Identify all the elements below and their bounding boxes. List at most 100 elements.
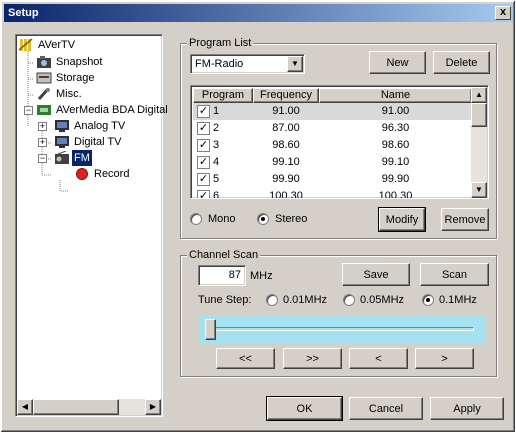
device-icon xyxy=(37,105,51,115)
tree-label: Digital TV xyxy=(74,136,122,148)
program-cell: 5 xyxy=(213,173,220,185)
program-cell: 3 xyxy=(213,139,220,151)
column-header[interactable]: Name xyxy=(319,88,472,103)
storage-icon xyxy=(36,72,52,84)
avertv-icon xyxy=(18,38,33,51)
table-row[interactable]: ✓ 6 100.30 100.30 xyxy=(193,188,472,199)
tune-step-label: Tune Step: xyxy=(198,294,252,306)
frequency-cell: 98.60 xyxy=(272,139,300,151)
column-header[interactable]: Program xyxy=(193,88,253,103)
tree-label: Record xyxy=(94,168,130,180)
chevron-down-icon[interactable]: ▼ xyxy=(287,56,303,72)
scroll-left-button[interactable]: ◀ xyxy=(17,399,33,415)
table-row[interactable]: ✓ 3 98.60 98.60 xyxy=(193,137,472,154)
scroll-right-button[interactable]: ▶ xyxy=(145,399,161,415)
settings-tree: AVerTV Snapshot Storage Misc. − AVerMedi… xyxy=(15,34,168,417)
window-title: Setup xyxy=(8,7,39,19)
seek-back-button[interactable]: < xyxy=(349,348,408,369)
program-cell: 6 xyxy=(213,190,220,199)
source-select-value: FM-Radio xyxy=(195,58,244,70)
step-radio-0.1[interactable] xyxy=(422,294,434,306)
save-button[interactable]: Save xyxy=(342,263,410,286)
name-cell: 100.30 xyxy=(378,190,413,199)
step-label: 0.05MHz xyxy=(360,294,405,306)
step-label: 0.01MHz xyxy=(283,294,328,306)
scroll-thumb[interactable] xyxy=(471,103,487,127)
frequency-cell: 91.00 xyxy=(272,105,300,117)
tree-label: Storage xyxy=(56,72,95,84)
collapse-expander[interactable]: − xyxy=(38,154,47,163)
channel-scan-title: Channel Scan xyxy=(187,249,261,261)
row-checkbox[interactable]: ✓ xyxy=(197,156,210,169)
frequency-cell: 99.10 xyxy=(272,156,300,168)
mono-radio[interactable] xyxy=(190,213,202,225)
name-cell: 91.00 xyxy=(381,105,410,117)
row-checkbox[interactable]: ✓ xyxy=(197,105,210,118)
record-icon xyxy=(76,168,88,180)
step-radio-0.05[interactable] xyxy=(343,294,355,306)
cancel-button[interactable]: Cancel xyxy=(349,397,423,420)
program-list-title: Program List xyxy=(187,37,254,49)
frequency-cell: 100.30 xyxy=(269,190,303,199)
scan-button[interactable]: Scan xyxy=(420,263,489,286)
collapse-expander[interactable]: − xyxy=(24,106,33,115)
source-select[interactable]: FM-Radio ▼ xyxy=(190,54,305,74)
frequency-unit-label: MHz xyxy=(250,270,273,282)
tree-horizontal-scrollbar[interactable]: ◀ ▶ xyxy=(17,399,161,415)
tree-label: AVerTV xyxy=(38,39,76,51)
tv-icon xyxy=(55,136,69,148)
step-radio-0.01[interactable] xyxy=(266,294,278,306)
program-list-table: Program Frequency Name ✓ 1 91.00 91.00 ✓… xyxy=(190,85,489,199)
name-cell: 98.60 xyxy=(381,139,410,151)
scroll-down-button[interactable]: ▼ xyxy=(471,182,487,198)
tree-label: Misc. xyxy=(56,88,82,100)
delete-button[interactable]: Delete xyxy=(433,51,490,74)
slider-track xyxy=(210,327,474,331)
seek-forward-fast-button[interactable]: >> xyxy=(283,348,342,369)
row-checkbox[interactable]: ✓ xyxy=(197,190,210,198)
row-checkbox[interactable]: ✓ xyxy=(197,173,210,186)
tree-label: Snapshot xyxy=(56,56,103,68)
ok-button[interactable]: OK xyxy=(266,396,343,421)
frequency-cell: 87.00 xyxy=(272,122,300,134)
table-row[interactable]: ✓ 1 91.00 91.00 xyxy=(193,103,472,120)
frequency-slider[interactable] xyxy=(200,315,486,343)
name-cell: 96.30 xyxy=(381,122,410,134)
frequency-input[interactable]: 87 xyxy=(198,265,246,286)
table-row[interactable]: ✓ 2 87.00 96.30 xyxy=(193,120,472,137)
modify-button[interactable]: Modify xyxy=(378,207,426,232)
program-cell: 2 xyxy=(213,122,220,134)
program-cell: 4 xyxy=(213,156,220,168)
apply-button[interactable]: Apply xyxy=(430,397,504,420)
frequency-cell: 99.90 xyxy=(272,173,300,185)
camera-icon xyxy=(37,56,51,68)
row-checkbox[interactable]: ✓ xyxy=(197,139,210,152)
stereo-radio[interactable] xyxy=(257,213,269,225)
misc-icon xyxy=(37,87,50,101)
seek-forward-button[interactable]: > xyxy=(415,348,474,369)
table-row[interactable]: ✓ 4 99.10 99.10 xyxy=(193,154,472,171)
title-bar: Setup x xyxy=(4,4,513,22)
new-button[interactable]: New xyxy=(369,51,426,74)
tree-label: Analog TV xyxy=(74,120,126,132)
column-header[interactable]: Frequency xyxy=(253,88,319,103)
program-cell: 1 xyxy=(213,105,220,117)
name-cell: 99.10 xyxy=(381,156,410,168)
slider-thumb[interactable] xyxy=(205,319,216,340)
radio-icon xyxy=(55,151,69,164)
close-button[interactable]: x xyxy=(495,6,511,20)
expand-expander[interactable]: + xyxy=(38,138,47,147)
tree-label: AVerMedia BDA Digital xyxy=(56,104,168,116)
scroll-thumb[interactable] xyxy=(33,399,119,415)
step-label: 0.1MHz xyxy=(439,294,477,306)
table-row[interactable]: ✓ 5 99.90 99.90 xyxy=(193,171,472,188)
remove-button[interactable]: Remove xyxy=(441,208,489,231)
seek-back-fast-button[interactable]: << xyxy=(216,348,275,369)
name-cell: 99.90 xyxy=(381,173,410,185)
stereo-label: Stereo xyxy=(275,213,308,225)
row-checkbox[interactable]: ✓ xyxy=(197,122,210,135)
tv-icon xyxy=(55,120,69,132)
scroll-up-button[interactable]: ▲ xyxy=(471,87,487,103)
list-vertical-scrollbar[interactable]: ▲ ▼ xyxy=(471,87,487,198)
expand-expander[interactable]: + xyxy=(38,122,47,131)
